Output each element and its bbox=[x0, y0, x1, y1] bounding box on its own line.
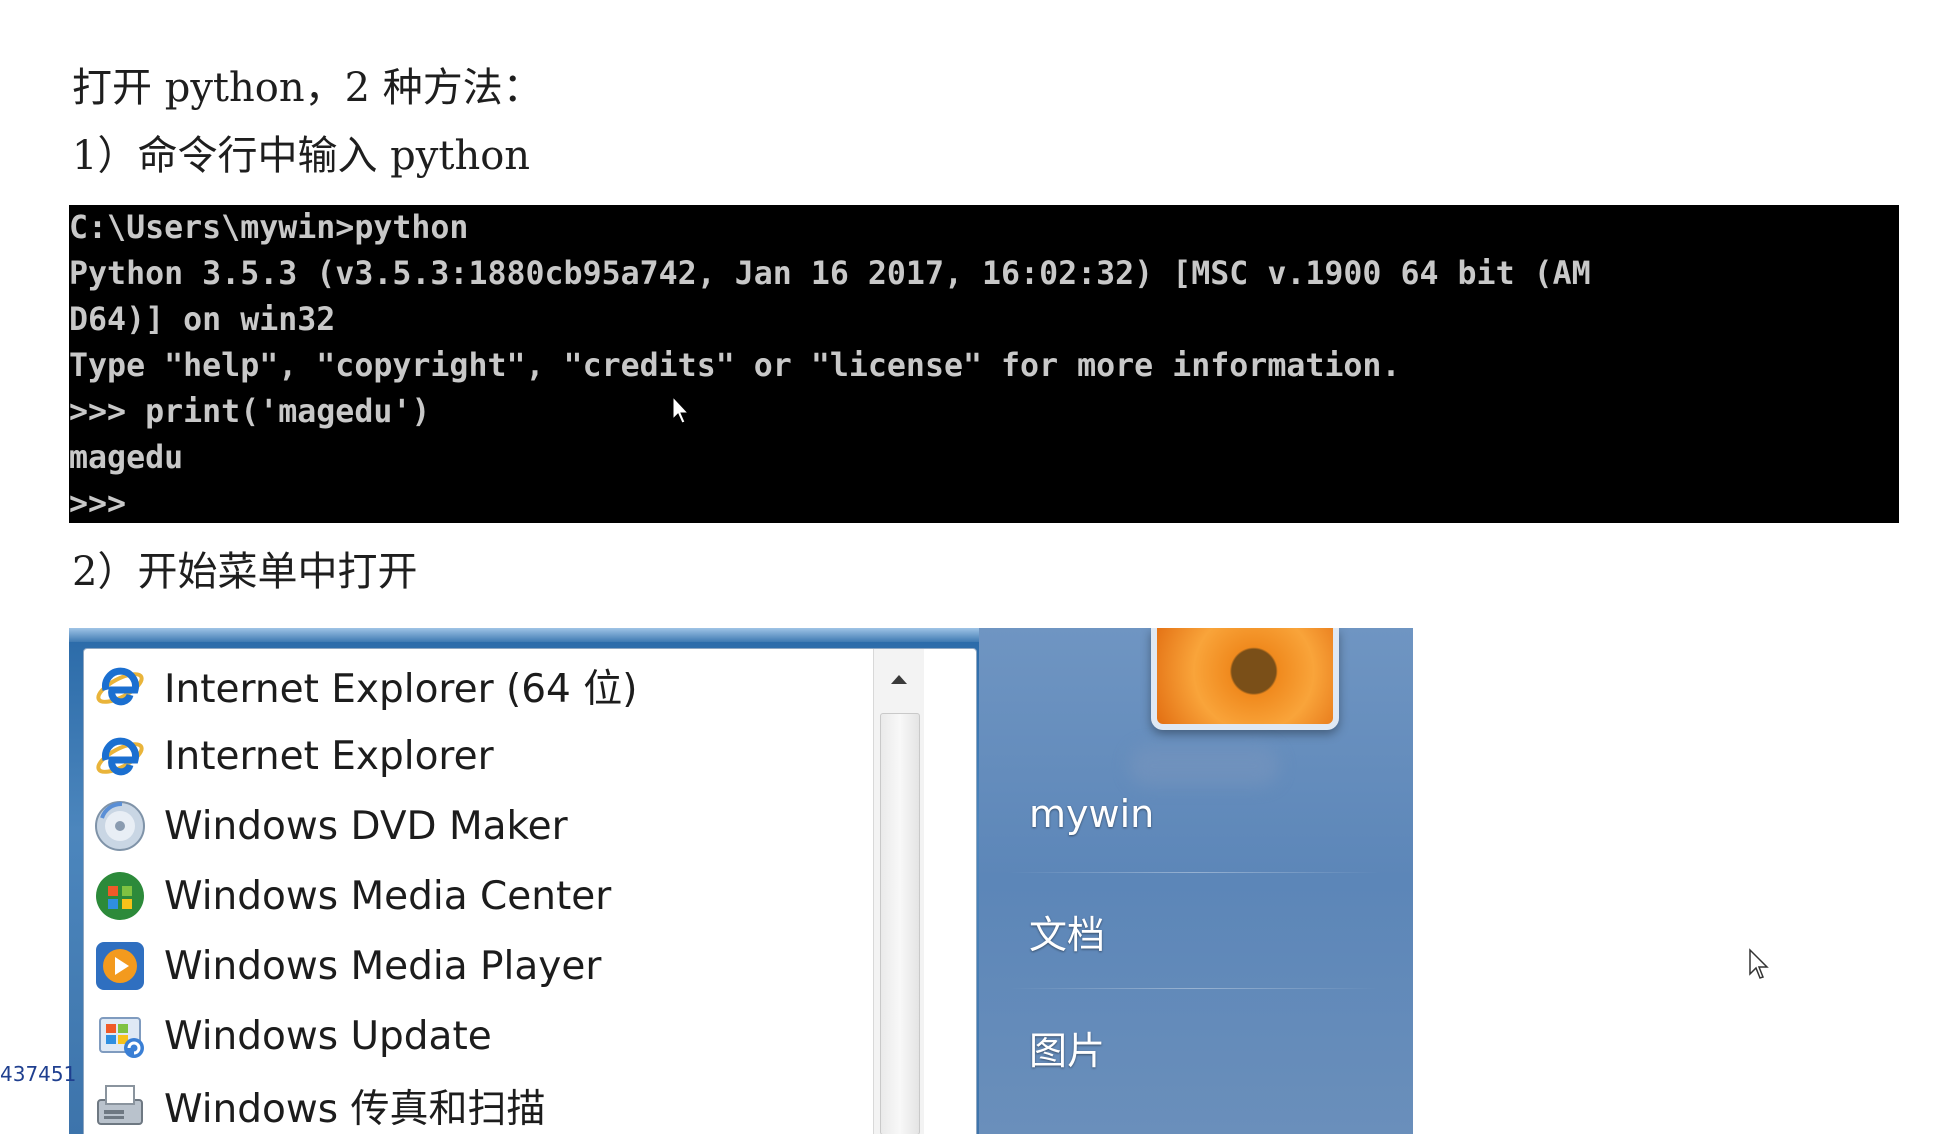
programs-list: Internet Explorer (64 位) Internet Explor… bbox=[83, 648, 977, 1134]
media-center-icon bbox=[96, 872, 144, 920]
program-item-media-center[interactable]: Windows Media Center bbox=[92, 861, 862, 931]
user-avatar[interactable] bbox=[1151, 628, 1339, 730]
start-menu: Internet Explorer (64 位) Internet Explor… bbox=[69, 628, 1413, 1134]
internet-explorer-icon bbox=[96, 667, 144, 706]
mouse-pointer-icon bbox=[672, 395, 690, 424]
heading-method-2: 2）开始菜单中打开 bbox=[72, 549, 418, 595]
console-line: >>> print('magedu') bbox=[69, 394, 431, 430]
heading-intro: 打开 python，2 种方法： bbox=[72, 65, 543, 111]
program-item-ie[interactable]: Internet Explorer bbox=[92, 721, 862, 791]
chevron-up-icon bbox=[891, 675, 907, 684]
console-line: magedu bbox=[69, 440, 184, 476]
console-line: Type "help", "copyright", "credits" or "… bbox=[69, 348, 1401, 384]
program-label: Windows 传真和扫描 bbox=[164, 1087, 546, 1132]
program-label: Windows Media Player bbox=[164, 943, 602, 989]
side-code-label: 437451 bbox=[0, 1062, 77, 1086]
right-item-documents[interactable]: 文档 bbox=[1029, 904, 1105, 959]
console-window: C:\Users\mywin>python Python 3.5.3 (v3.5… bbox=[69, 205, 1899, 523]
heading-method-1: 1）命令行中输入 python bbox=[72, 133, 531, 179]
program-label: Windows Media Center bbox=[164, 873, 612, 919]
program-label: Internet Explorer bbox=[164, 733, 494, 779]
right-item-pictures[interactable]: 图片 bbox=[1029, 1020, 1105, 1075]
console-line: D64)] on win32 bbox=[69, 302, 336, 338]
divider bbox=[1009, 988, 1379, 989]
dvd-maker-icon bbox=[95, 801, 145, 851]
program-label: Windows DVD Maker bbox=[164, 803, 568, 849]
start-menu-right-panel: mywin 文档 图片 bbox=[979, 628, 1413, 1134]
console-line: Python 3.5.3 (v3.5.3:1880cb95a742, Jan 1… bbox=[69, 256, 1591, 292]
scroll-thumb[interactable] bbox=[880, 713, 920, 1134]
windows-update-icon bbox=[99, 1017, 144, 1058]
console-line: C:\Users\mywin>python bbox=[69, 210, 469, 246]
right-item-user[interactable]: mywin bbox=[1029, 792, 1154, 836]
console-prompt[interactable]: >>> bbox=[69, 481, 126, 523]
program-item-fax-scan[interactable]: Windows 传真和扫描 bbox=[92, 1071, 862, 1134]
divider bbox=[1009, 872, 1379, 873]
program-item-ie64[interactable]: Internet Explorer (64 位) bbox=[92, 651, 862, 721]
scroll-up-button[interactable] bbox=[874, 649, 924, 709]
program-item-media-player[interactable]: Windows Media Player bbox=[92, 931, 862, 1001]
programs-scrollbar[interactable] bbox=[873, 649, 924, 1134]
program-item-dvd-maker[interactable]: Windows DVD Maker bbox=[92, 791, 862, 861]
internet-explorer-icon bbox=[96, 737, 144, 776]
program-label: Windows Update bbox=[164, 1013, 492, 1059]
mouse-pointer-icon bbox=[1749, 948, 1769, 979]
program-label: Internet Explorer (64 位) bbox=[164, 667, 638, 712]
program-item-windows-update[interactable]: Windows Update bbox=[92, 1001, 862, 1071]
blurred-label bbox=[1129, 746, 1279, 786]
media-player-icon bbox=[96, 942, 144, 990]
fax-scan-icon bbox=[97, 1085, 143, 1125]
